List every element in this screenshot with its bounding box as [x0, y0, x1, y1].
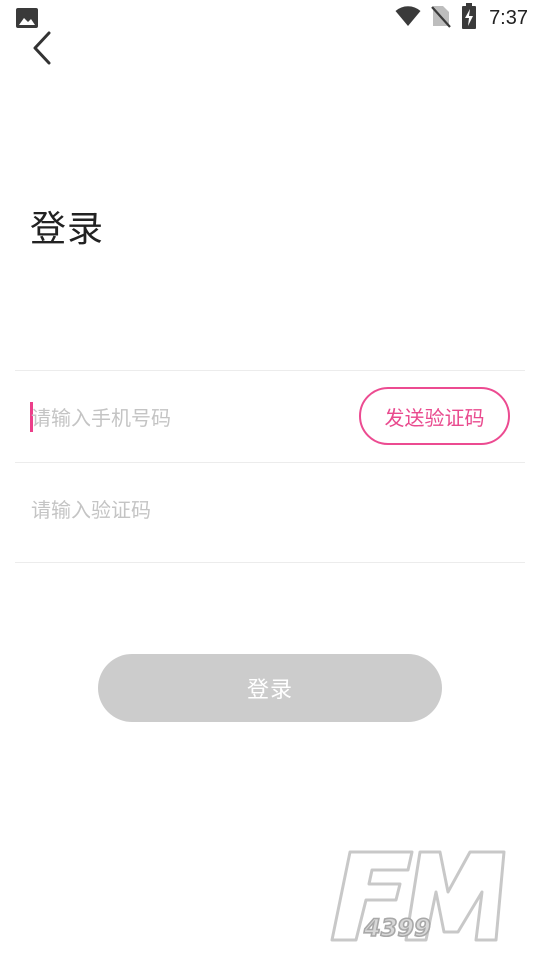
- phone-row: 发送验证码: [15, 372, 525, 462]
- verification-code-input[interactable]: [31, 492, 511, 528]
- login-button[interactable]: 登录: [98, 654, 442, 722]
- status-bar: 7:37: [0, 0, 540, 36]
- send-code-button[interactable]: 发送验证码: [359, 387, 510, 445]
- fm4399-watermark-logo: 4399: [328, 848, 508, 944]
- phone-input[interactable]: [31, 400, 351, 436]
- page-title: 登录: [30, 209, 105, 250]
- divider: [15, 562, 525, 563]
- no-sim-icon: [431, 4, 451, 32]
- chevron-left-icon: [33, 31, 51, 65]
- wifi-icon: [395, 5, 421, 31]
- battery-charging-icon: [461, 3, 477, 33]
- status-time: 7:37: [489, 6, 528, 29]
- back-button[interactable]: [22, 28, 62, 68]
- divider: [15, 462, 525, 463]
- code-row: [15, 464, 525, 562]
- divider: [15, 370, 525, 371]
- svg-text:4399: 4399: [363, 914, 431, 942]
